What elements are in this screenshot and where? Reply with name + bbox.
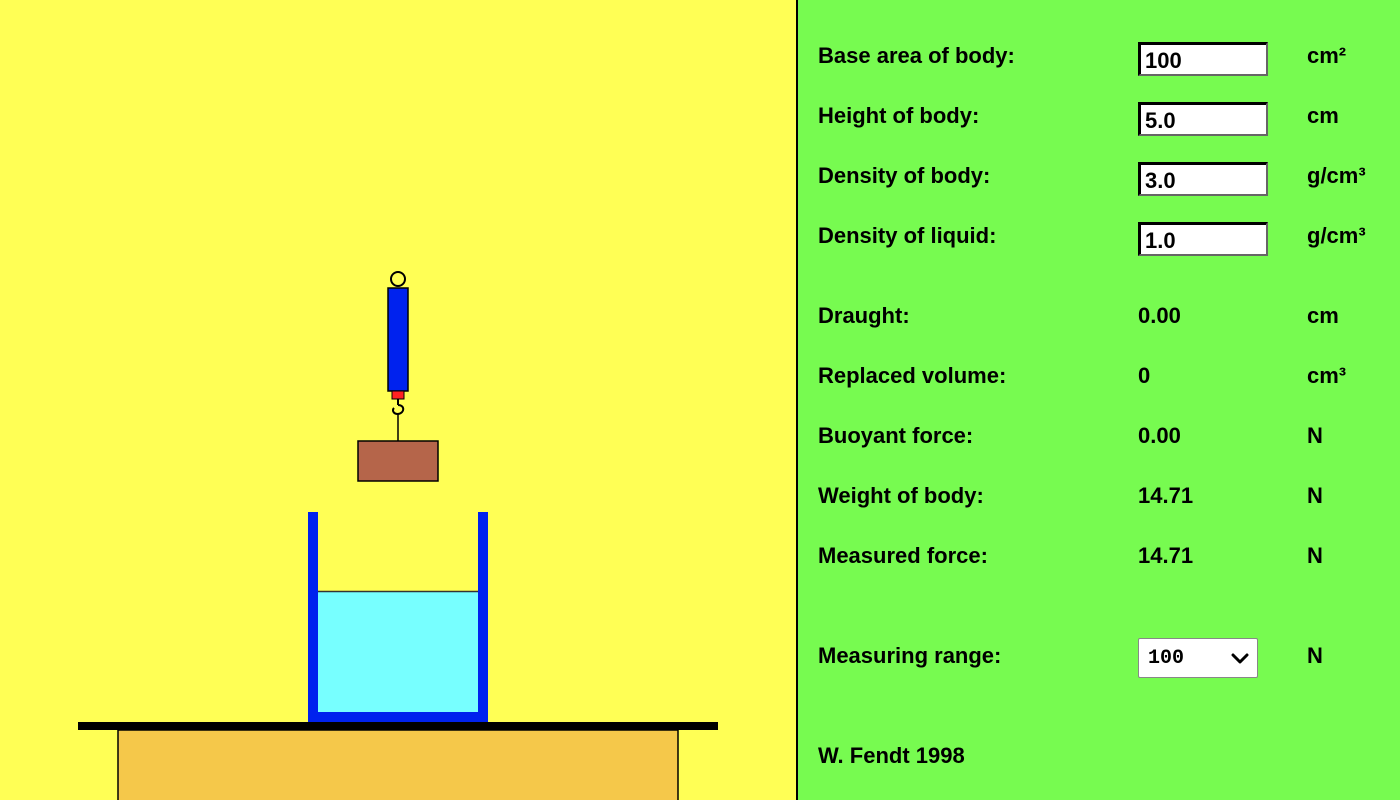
base-area-input[interactable]: [1138, 42, 1268, 76]
body-density-input[interactable]: [1138, 162, 1268, 196]
control-panel: Base area of body: cm² Height of body: c…: [798, 0, 1400, 800]
body-density-unit: g/cm³: [1307, 163, 1366, 188]
buoyant-force-label: Buoyant force:: [818, 423, 974, 448]
weight-value: 14.71: [1138, 483, 1194, 508]
measuring-range-unit: N: [1307, 643, 1323, 668]
apparatus-drawing: [78, 271, 718, 800]
measured-force-unit: N: [1307, 543, 1323, 568]
liquid-density-label: Density of liquid:: [818, 223, 997, 248]
liquid-density-unit: g/cm³: [1307, 223, 1366, 248]
chevron-down-icon: [1231, 653, 1249, 664]
body-density-label: Density of body:: [818, 163, 991, 188]
beaker-left-wall: [308, 512, 318, 722]
scale-indicator: [391, 390, 405, 400]
replaced-volume-unit: cm³: [1307, 363, 1347, 388]
measuring-range-label: Measuring range:: [818, 643, 1002, 668]
measuring-range-select[interactable]: 100: [1138, 638, 1258, 678]
credit-text: W. Fendt 1998: [818, 743, 965, 768]
measured-force-value: 14.71: [1138, 543, 1194, 568]
draught-unit: cm: [1307, 303, 1339, 328]
spring-scale[interactable]: [387, 287, 409, 392]
liquid-density-input[interactable]: [1138, 222, 1268, 256]
measuring-range-value: 100: [1148, 647, 1185, 670]
simulation-canvas: [0, 0, 796, 800]
body-block[interactable]: [357, 440, 439, 482]
base-area-unit: cm²: [1307, 43, 1347, 68]
height-input[interactable]: [1138, 102, 1268, 136]
table-body: [117, 729, 679, 800]
draught-label: Draught:: [818, 303, 910, 328]
height-label: Height of body:: [818, 103, 980, 128]
beaker-right-wall: [478, 512, 488, 722]
replaced-volume-value: 0: [1138, 363, 1151, 388]
measured-force-label: Measured force:: [818, 543, 988, 568]
liquid: [317, 591, 479, 713]
ring-icon[interactable]: [390, 271, 406, 287]
weight-label: Weight of body:: [818, 483, 984, 508]
weight-unit: N: [1307, 483, 1323, 508]
beaker-bottom: [308, 712, 488, 722]
replaced-volume-label: Replaced volume:: [818, 363, 1007, 388]
table-top: [78, 722, 718, 730]
buoyant-force-unit: N: [1307, 423, 1323, 448]
buoyant-force-value: 0.00: [1138, 423, 1181, 448]
base-area-label: Base area of body:: [818, 43, 1015, 68]
height-unit: cm: [1307, 103, 1339, 128]
draught-value: 0.00: [1138, 303, 1181, 328]
hook-icon: [392, 399, 405, 416]
